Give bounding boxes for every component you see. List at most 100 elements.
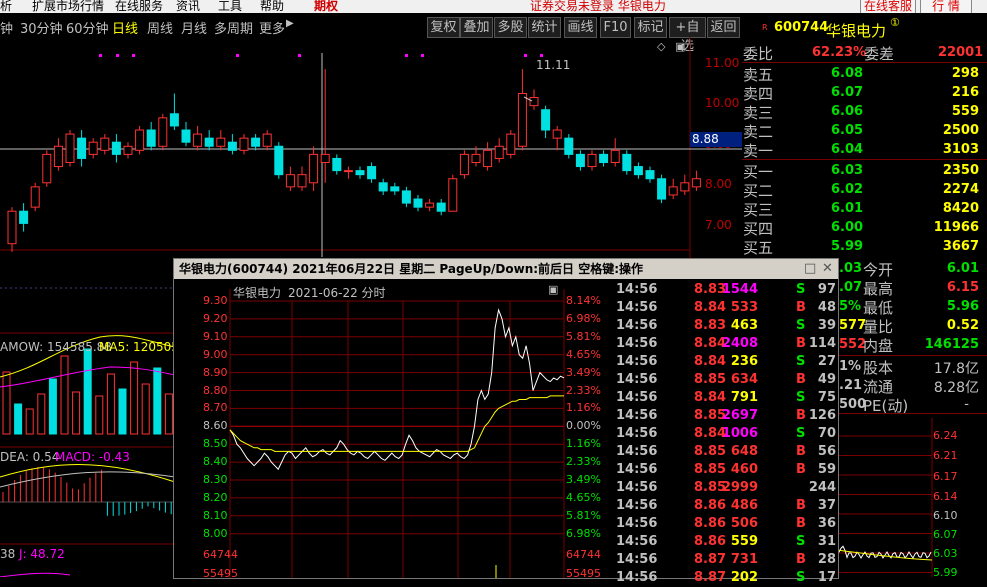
back-button[interactable]: 返回 (707, 17, 740, 38)
period-tab-60min[interactable]: 60分钟 (66, 18, 109, 37)
candle-body (216, 137, 226, 147)
mini-axis-label: 6.14 (933, 490, 958, 503)
draw-line-button[interactable]: 画线 (564, 17, 597, 38)
online-service-button[interactable]: 在线客服 (860, 0, 917, 13)
period-tab-30min[interactable]: 30分钟 (20, 18, 63, 37)
percent-axis-label: 2.33% (566, 383, 601, 397)
mark-button[interactable]: 标记 (634, 17, 667, 38)
overlay-button[interactable]: 叠加 (460, 17, 493, 38)
percent-axis-label: 1.16% (566, 437, 601, 451)
ask-price: 6.04 (831, 142, 864, 157)
menu-item-extended-market[interactable]: 扩展市场行情 (32, 0, 104, 13)
tick-row[interactable]: 14:56 8.86 559 S 31 (616, 533, 838, 551)
candle-body (320, 153, 330, 163)
tick-price: 8.83 (694, 318, 727, 333)
bid-volume: 11966 (933, 220, 979, 235)
stat-label: 内盘 (863, 337, 894, 355)
close-icon[interactable]: ✕ (822, 259, 833, 279)
bid-volume: 2350 (942, 163, 979, 178)
volume-axis-label: 64744 (566, 548, 601, 561)
adjust-button[interactable]: 复权 (427, 17, 460, 38)
restore-icon[interactable]: ▣ (675, 40, 685, 53)
tick-volume: 1006 (721, 426, 758, 441)
tick-time: 14:56 (616, 318, 658, 333)
add-favorite-button[interactable]: +自选 (669, 17, 706, 54)
tick-volume: 460 (730, 462, 758, 477)
menu-item-options[interactable]: 期权 (314, 0, 338, 13)
stat-value: 5.96 (946, 299, 979, 314)
menu-item-news[interactable]: 资讯 (176, 0, 200, 13)
candle-body (587, 153, 597, 168)
menu-item-analysis[interactable]: 析 (0, 0, 12, 13)
popup-title-bar[interactable]: 华银电力(600744) 2021年06月22日 星期二 PageUp/Down… (174, 259, 838, 279)
tick-row[interactable]: 14:56 8.84 533 B 48 (616, 299, 838, 317)
period-tab-monthly[interactable]: 月线 (181, 18, 207, 37)
volume-bar (25, 408, 34, 435)
tick-row[interactable]: 14:56 8.83 1544 S 97 (616, 281, 838, 299)
wecha-label: 委差 (864, 45, 895, 63)
tick-row[interactable]: 14:56 8.84 2408 B 114 (616, 335, 838, 353)
ask-label: 卖二 (743, 123, 774, 141)
tick-time: 14:56 (616, 516, 658, 531)
info-circle-icon[interactable]: ① (890, 16, 900, 29)
tick-row[interactable]: 14:56 8.85 648 B 56 (616, 443, 838, 461)
percent-axis-label: 1.16% (566, 401, 601, 415)
intraday-popup-window[interactable]: 华银电力(600744) 2021年06月22日 星期二 PageUp/Down… (173, 258, 839, 585)
tick-row[interactable]: 14:56 8.85 2697 B 126 (616, 407, 838, 425)
candle-body (552, 129, 562, 139)
period-tab-multi[interactable]: 多周期 (214, 18, 253, 37)
tick-row[interactable]: 14:56 8.84 1006 S 70 (616, 425, 838, 443)
menu-item-online-service[interactable]: 在线服务 (115, 0, 163, 13)
tick-row[interactable]: 14:56 8.87 731 B 28 (616, 551, 838, 569)
tick-price: 8.84 (694, 390, 727, 405)
tick-time: 14:56 (616, 534, 658, 549)
percent-axis-label: 3.49% (566, 365, 601, 379)
bid-price: 5.99 (831, 239, 864, 254)
period-tab-daily[interactable]: 日线 (112, 18, 138, 37)
candle-body (309, 153, 319, 184)
diamond-icon[interactable]: ◇ (657, 40, 665, 53)
equity-prefix: 1% (839, 359, 862, 374)
tick-row[interactable]: 14:56 8.85 460 B 59 (616, 461, 838, 479)
period-tab-weekly[interactable]: 周线 (147, 18, 173, 37)
tick-time: 14:56 (616, 570, 658, 585)
tick-direction: B (796, 516, 806, 531)
more-arrow-icon[interactable]: ▶ (286, 18, 294, 29)
tick-row[interactable]: 14:56 8.84 236 S 27 (616, 353, 838, 371)
r-mark: R (762, 23, 768, 32)
multi-stock-button[interactable]: 多股 (494, 17, 527, 38)
tick-row[interactable]: 14:56 8.84 791 S 75 (616, 389, 838, 407)
tick-row[interactable]: 14:56 8.87 202 S 17 (616, 569, 838, 587)
candle-body (529, 97, 539, 107)
period-tab-more[interactable]: 更多 (259, 18, 285, 37)
tick-direction: S (796, 390, 806, 405)
f10-button[interactable]: F10 (600, 17, 631, 38)
tick-row[interactable]: 14:56 8.83 463 S 39 (616, 317, 838, 335)
stat-value: 0.52 (946, 318, 979, 333)
price-axis-label: 8.00 (705, 177, 732, 191)
candle-body (193, 133, 203, 147)
candle-body (158, 117, 168, 147)
stat-label: 最高 (863, 280, 894, 298)
menu-item-help[interactable]: 帮助 (260, 0, 284, 13)
price-axis-label: 9.00 (203, 347, 228, 361)
candle-body (332, 157, 342, 172)
equity-value: 8.28亿 (933, 380, 979, 396)
mini-axis-label: 6.07 (933, 528, 958, 541)
menu-item-tools[interactable]: 工具 (218, 0, 242, 13)
tick-row[interactable]: 14:56 8.86 506 B 36 (616, 515, 838, 533)
tick-count: 244 (808, 480, 836, 495)
mini-intraday-chart[interactable] (837, 418, 987, 577)
quote-button[interactable]: 行 情 (920, 0, 972, 13)
maximize-icon[interactable]: □ (804, 259, 816, 279)
equity-label: 股本 (863, 359, 894, 377)
statistics-button[interactable]: 统计 (528, 17, 561, 38)
period-tab-min[interactable]: 钟 (0, 18, 13, 37)
intraday-chart[interactable] (174, 279, 616, 578)
tick-row[interactable]: 14:56 8.85 634 B 49 (616, 371, 838, 389)
tick-row[interactable]: 14:56 8.86 486 B 37 (616, 497, 838, 515)
ask-volume: 559 (951, 104, 979, 119)
price-axis-label: 8.10 (203, 508, 228, 522)
tick-volume: 2999 (721, 480, 758, 495)
tick-row[interactable]: 14:56 8.85 2999 244 (616, 479, 838, 497)
